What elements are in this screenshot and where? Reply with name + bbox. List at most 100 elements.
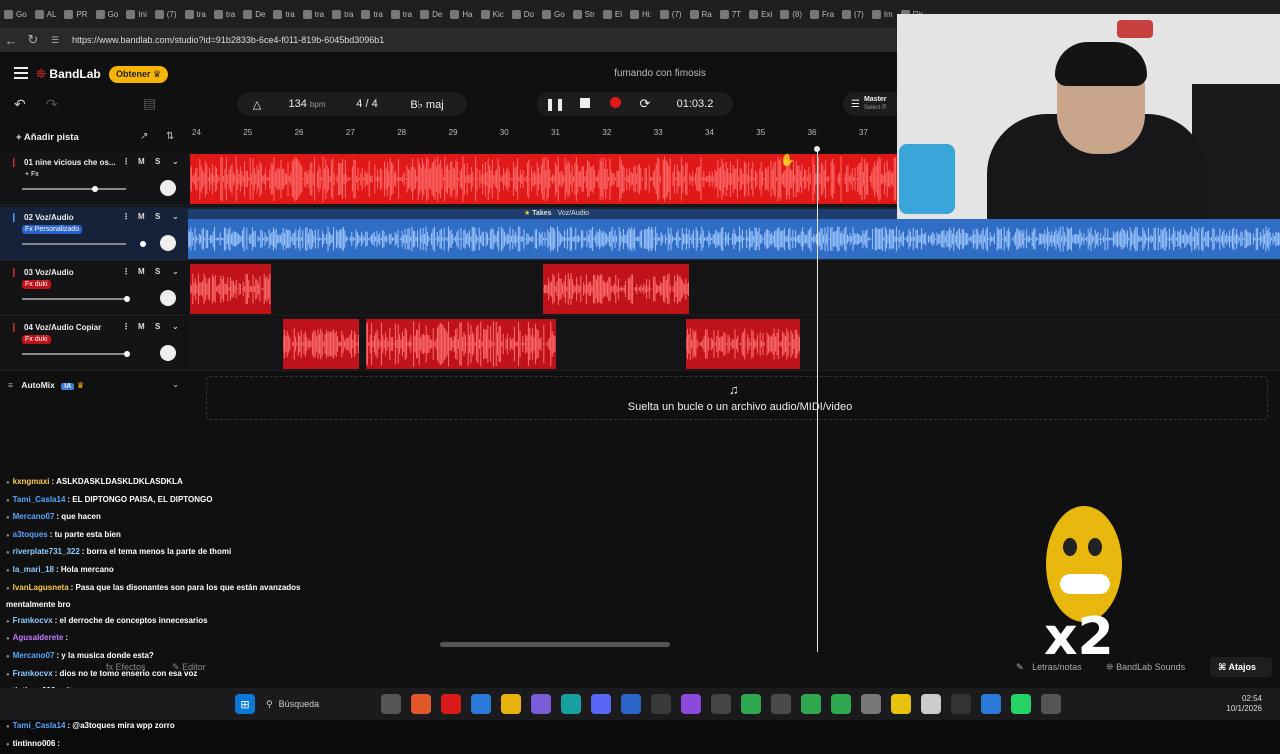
app-icon[interactable]: [921, 694, 941, 714]
browser-tab[interactable]: De: [239, 0, 269, 28]
audio-clip[interactable]: [366, 319, 556, 369]
browser-tab[interactable]: Ini: [122, 0, 150, 28]
chevron-down-icon[interactable]: ⌄: [172, 322, 179, 331]
chevron-down-icon[interactable]: ⌄: [172, 157, 179, 166]
audio-clip[interactable]: [190, 264, 271, 314]
folder-icon[interactable]: [501, 694, 521, 714]
capcut-icon[interactable]: [951, 694, 971, 714]
browser-tab[interactable]: (8): [776, 0, 806, 28]
key-signature[interactable]: B♭ maj: [392, 98, 462, 111]
app-icon[interactable]: [981, 694, 1001, 714]
browser-tab[interactable]: Hi:: [626, 0, 656, 28]
terminal-icon[interactable]: [711, 694, 731, 714]
browser-tab[interactable]: AL: [31, 0, 61, 28]
pan-knob[interactable]: [160, 180, 176, 196]
site-info-icon[interactable]: ☰: [44, 35, 66, 46]
browser-tab[interactable]: tra: [387, 0, 416, 28]
url-text[interactable]: https://www.bandlab.com/studio?id=91b283…: [72, 35, 384, 45]
reload-icon[interactable]: ↻: [22, 32, 44, 48]
fx-badge[interactable]: Fx duki: [22, 280, 51, 289]
volume-slider-thumb[interactable]: [124, 351, 130, 357]
fx-badge[interactable]: Fx duki: [22, 335, 51, 344]
browser-tab[interactable]: tra: [181, 0, 210, 28]
track-header[interactable]: ❙ 02 Voz/Audio Fx Personalizado ⋮ M S ⌄: [0, 207, 188, 261]
shortcuts-button[interactable]: ⌘ Atajos: [1210, 657, 1272, 677]
browser-tab[interactable]: tra: [357, 0, 386, 28]
add-track-button[interactable]: + Añadir pista: [16, 132, 79, 143]
taskbar-search[interactable]: ⚲ Búsqueda: [266, 693, 376, 715]
automix-row[interactable]: ≡ AutoMix IA ♛ ⌄: [0, 374, 188, 396]
browser-tab[interactable]: Kic: [477, 0, 508, 28]
windows-start-icon[interactable]: ⊞: [235, 694, 255, 714]
browser-tab[interactable]: tra: [328, 0, 357, 28]
browser-tab[interactable]: 7T: [716, 0, 745, 28]
app-icon[interactable]: [411, 694, 431, 714]
vscode-icon[interactable]: [621, 694, 641, 714]
upgrade-button[interactable]: Obtener ♛: [109, 66, 169, 83]
fx-badge[interactable]: + Fx: [22, 170, 42, 179]
browser-tab[interactable]: Fra: [806, 0, 838, 28]
solo-button[interactable]: S: [155, 322, 160, 331]
solo-button[interactable]: S: [155, 212, 160, 221]
browser-tab[interactable]: Im: [868, 0, 897, 28]
browser-tab[interactable]: Go: [0, 0, 31, 28]
volume-slider[interactable]: [22, 241, 146, 247]
browser-tab[interactable]: Exi: [745, 0, 776, 28]
redo-icon[interactable]: ↷: [46, 96, 70, 112]
chevron-down-icon[interactable]: ⌄: [172, 212, 179, 221]
mixer-icon[interactable]: ▤: [143, 95, 156, 112]
pan-knob[interactable]: [160, 290, 176, 306]
volume-slider[interactable]: [22, 186, 126, 192]
stop-icon[interactable]: [570, 97, 600, 111]
back-icon[interactable]: ←: [0, 33, 22, 48]
takes-label[interactable]: ★ Takes Voz/Audio: [524, 209, 589, 217]
store-icon[interactable]: [471, 694, 491, 714]
volume-slider-thumb[interactable]: [140, 241, 146, 247]
audio-clip[interactable]: [543, 264, 689, 314]
browser-tab[interactable]: El: [599, 0, 626, 28]
more-options-icon[interactable]: ⋮: [122, 322, 130, 331]
track-name[interactable]: 04 Voz/Audio Copiar: [24, 323, 101, 332]
files-icon[interactable]: [891, 694, 911, 714]
discord-icon[interactable]: [591, 694, 611, 714]
browser-tab[interactable]: (7): [838, 0, 868, 28]
app-icon[interactable]: [1041, 694, 1061, 714]
fx-badge[interactable]: Fx Personalizado: [22, 225, 83, 234]
track-lane-4[interactable]: [188, 317, 1280, 371]
browser-tab[interactable]: Ra: [686, 0, 716, 28]
mute-button[interactable]: M: [138, 212, 145, 221]
browser-tab[interactable]: Str: [569, 0, 599, 28]
mute-button[interactable]: M: [138, 322, 145, 331]
sounds-tab[interactable]: ❊ BandLab Sounds: [1106, 662, 1185, 673]
undo-icon[interactable]: ↶: [14, 96, 38, 112]
solo-button[interactable]: S: [155, 157, 160, 166]
track-settings-icon[interactable]: ⇅: [166, 131, 174, 142]
track-header[interactable]: ❙ 04 Voz/Audio Copiar Fx duki ⋮ M S ⌄: [0, 317, 188, 371]
more-options-icon[interactable]: ⋮: [122, 267, 130, 276]
volume-slider[interactable]: [22, 296, 130, 302]
chrome-icon[interactable]: [831, 694, 851, 714]
audio-clip[interactable]: [283, 319, 359, 369]
solo-button[interactable]: S: [155, 267, 160, 276]
track-lane-3[interactable]: [188, 262, 1280, 316]
track-header[interactable]: ❙ 01 nine vicious che os... + Fx ⋮ M S ⌄: [0, 152, 188, 206]
browser-tab[interactable]: tra: [269, 0, 298, 28]
opera-icon[interactable]: [441, 694, 461, 714]
tool-icon[interactable]: ↗: [140, 131, 148, 142]
master-button[interactable]: ☰ Master Select P: [843, 92, 899, 116]
pan-knob[interactable]: [160, 345, 176, 361]
whatsapp-icon[interactable]: [1011, 694, 1031, 714]
chevron-down-icon[interactable]: ⌄: [172, 267, 179, 276]
app-icon[interactable]: [681, 694, 701, 714]
task-view-icon[interactable]: [381, 694, 401, 714]
more-options-icon[interactable]: ⋮: [122, 157, 130, 166]
volume-slider[interactable]: [22, 351, 130, 357]
mute-button[interactable]: M: [138, 157, 145, 166]
chrome-icon[interactable]: [801, 694, 821, 714]
chrome-icon[interactable]: [741, 694, 761, 714]
more-options-icon[interactable]: ⋮: [122, 212, 130, 221]
browser-tab[interactable]: tra: [299, 0, 328, 28]
editor-tab[interactable]: ✎ Editor: [172, 662, 206, 673]
pause-icon[interactable]: ❚❚: [540, 97, 570, 111]
playhead-handle[interactable]: [814, 146, 820, 152]
